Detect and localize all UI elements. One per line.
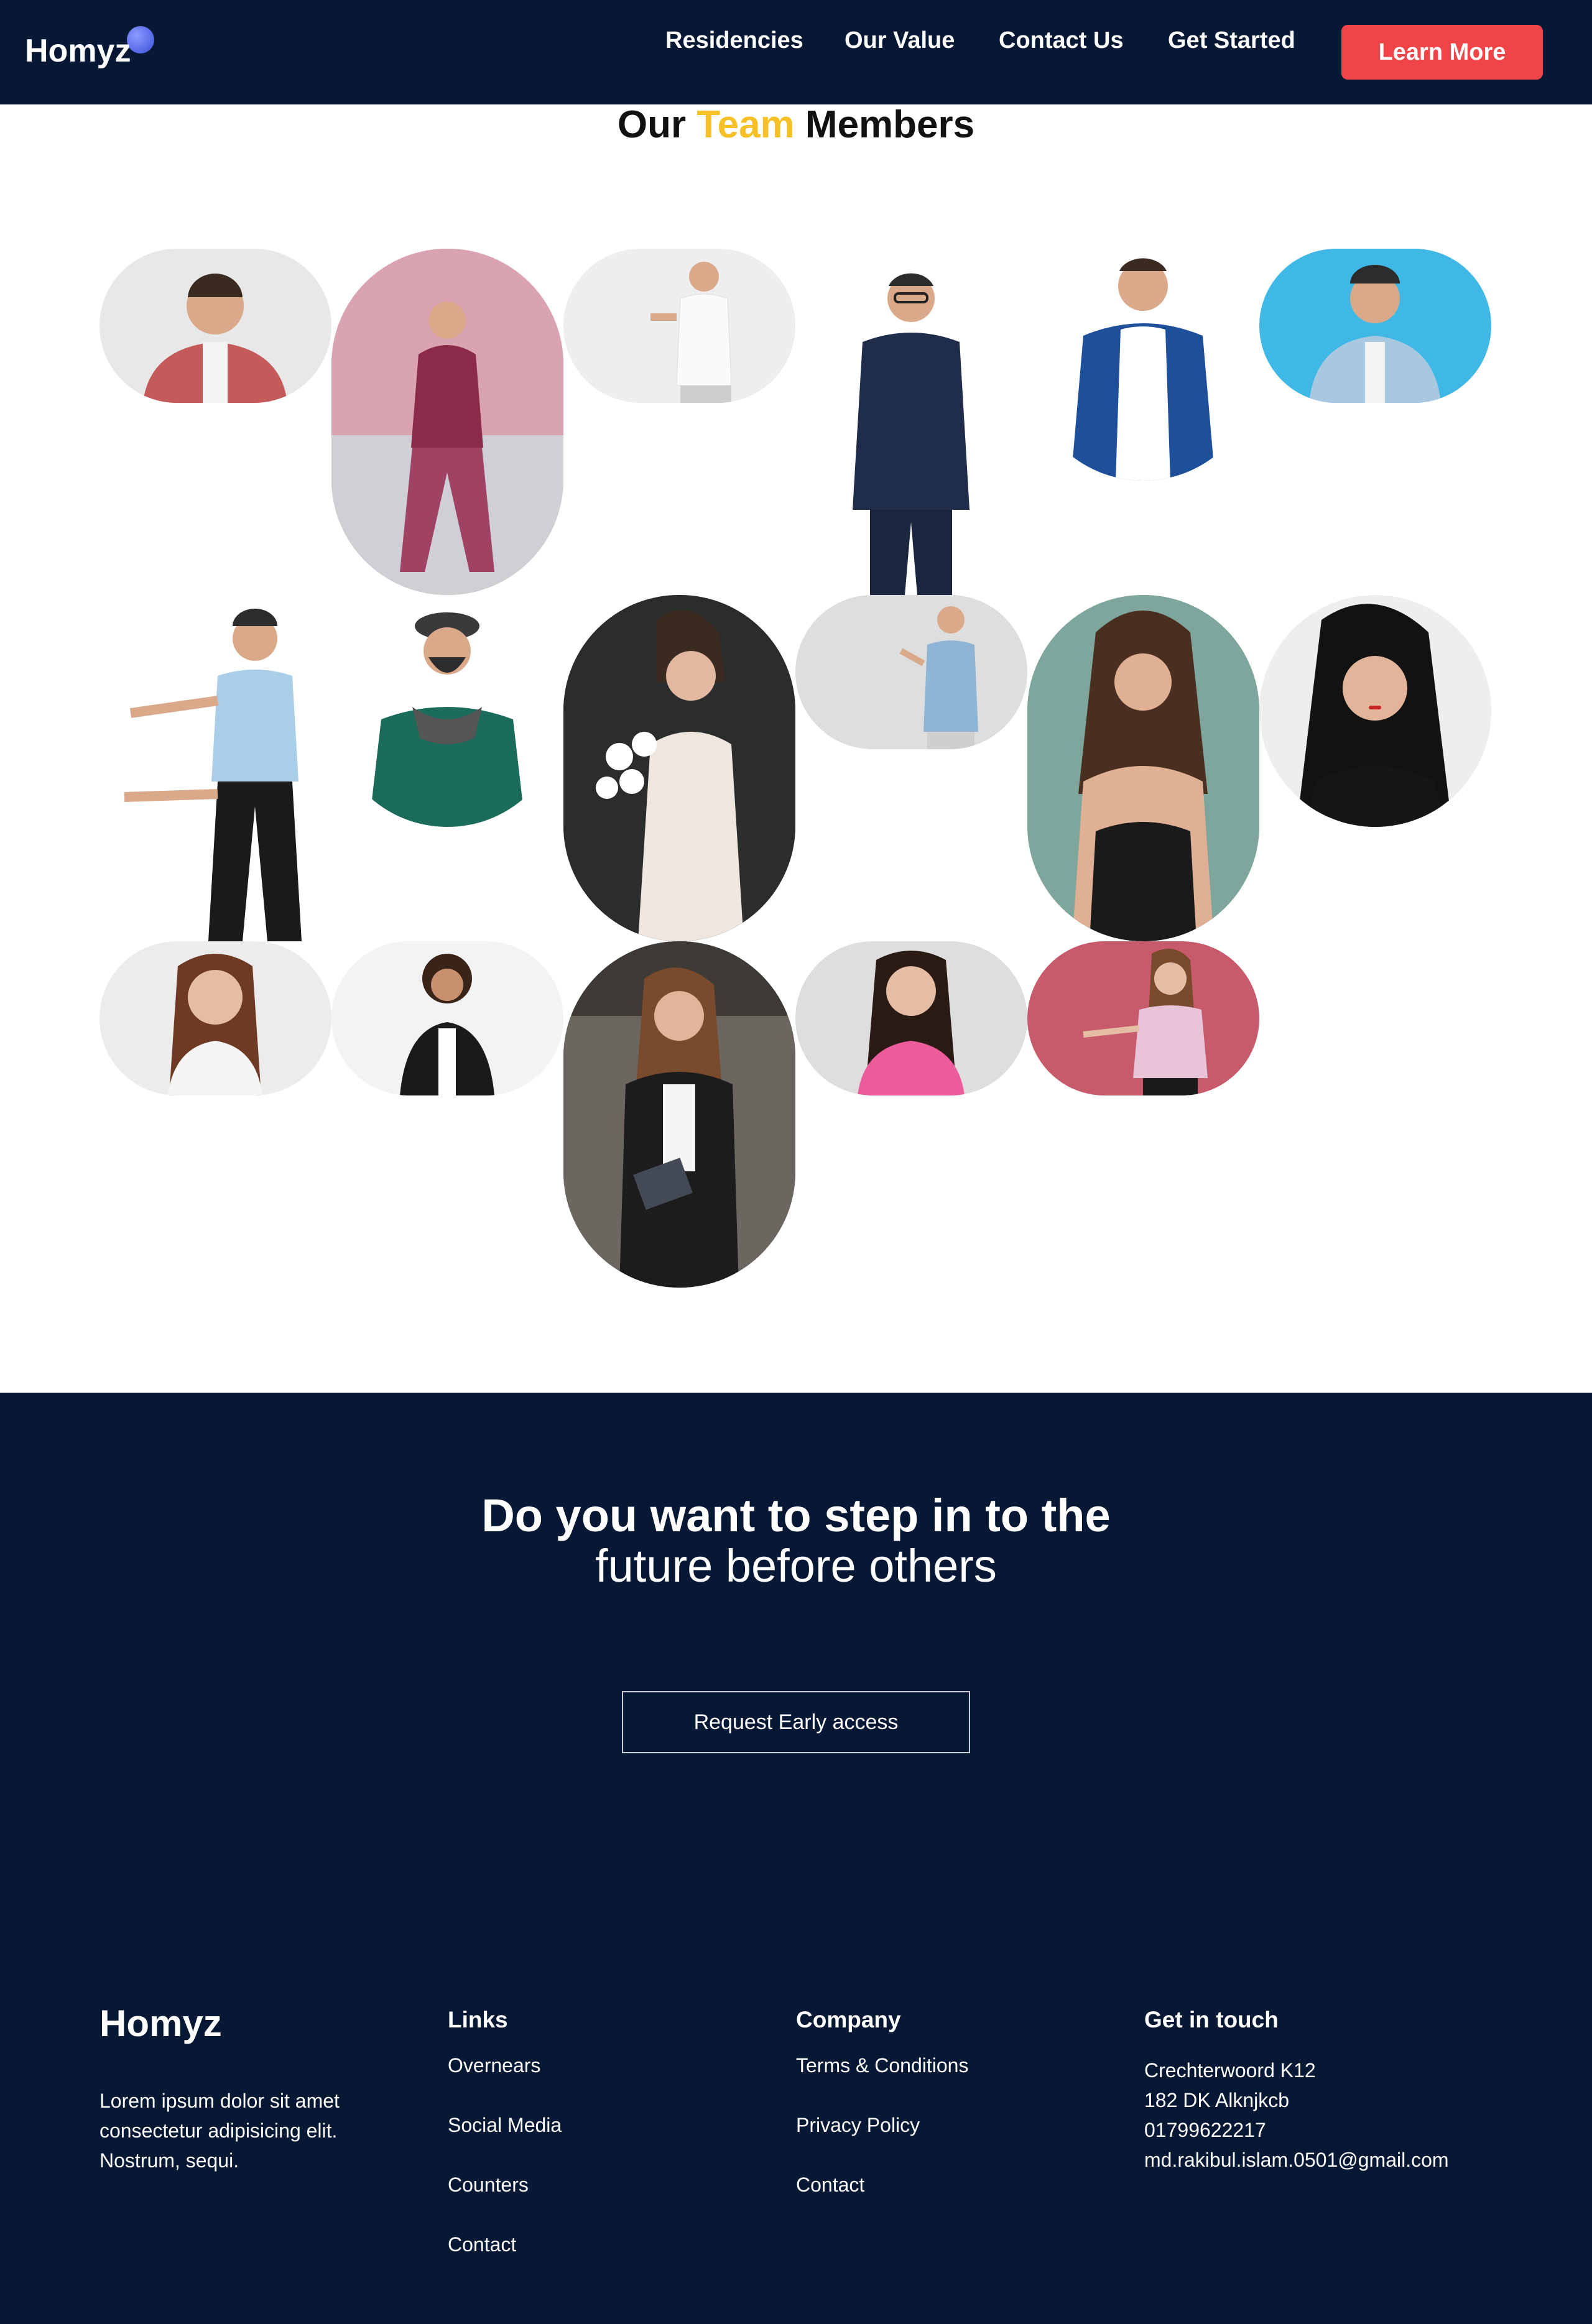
team-title-accent: Team [696, 103, 795, 146]
cta-heading-line2: future before others [595, 1540, 997, 1592]
team-photo-woman-white-top-smiling [100, 941, 331, 1095]
footer-contact-heading: Get in touch [1144, 2007, 1279, 2032]
footer-link-company-contact[interactable]: Contact [796, 2174, 864, 2197]
footer-link-counters[interactable]: Counters [448, 2174, 529, 2197]
team-photo-man-denim-shirt-pointing [795, 595, 1027, 749]
learn-more-button[interactable]: Learn More [1341, 25, 1543, 80]
team-photo-woman-blazer-tablet [563, 941, 795, 1288]
site-header: Homyz Residencies Our Value Contact Us G… [0, 0, 1592, 104]
footer-links-heading: Links [448, 2007, 508, 2032]
team-photo-woman-pink-sweater [795, 941, 1027, 1095]
team-photo-man-light-shirt-pointing [100, 595, 331, 941]
footer-brand: Homyz [100, 2003, 222, 2044]
team-section-title: Our Team Members [0, 103, 1592, 147]
footer-description: Lorem ipsum dolor sit amet consectetur a… [100, 2090, 340, 2172]
team-photo-plaid-shirt-man [100, 249, 331, 403]
nav-get-started[interactable]: Get Started [1168, 27, 1295, 54]
nav-residencies[interactable]: Residencies [665, 27, 803, 54]
footer-address-line2: 182 DK Alknjkcb [1144, 2089, 1290, 2111]
team-photo-man-green-sweater-hat [331, 595, 563, 827]
logo-dot-icon [127, 26, 154, 53]
nav-our-value[interactable]: Our Value [845, 27, 955, 54]
team-photo-man-denim-shirt-blue-bg [1259, 249, 1491, 403]
footer-link-contact[interactable]: Contact [448, 2233, 516, 2256]
footer-phone: 01799622217 [1144, 2119, 1266, 2141]
team-photo-man-blue-jacket [1027, 249, 1259, 481]
footer-link-social-media[interactable]: Social Media [448, 2114, 562, 2137]
nav-contact-us[interactable]: Contact Us [999, 27, 1124, 54]
team-title-before: Our [617, 103, 687, 146]
team-photo-man-white-shirt-pointing [563, 249, 795, 403]
footer-address-line1: Crechterwoord K12 [1144, 2059, 1316, 2082]
request-early-access-button[interactable]: Request Early access [622, 1691, 970, 1753]
logo[interactable]: Homyz [25, 32, 131, 70]
team-title-after: Members [805, 103, 975, 146]
footer-email[interactable]: md.rakibul.islam.0501@gmail.com [1144, 2149, 1449, 2172]
team-photo-woman-magenta-suit [331, 249, 563, 595]
cta-heading-line1: Do you want to step in to the [481, 1490, 1111, 1541]
footer-link-terms[interactable]: Terms & Conditions [796, 2054, 968, 2077]
team-photo-woman-floral-blouse [1027, 941, 1259, 1095]
team-photo-woman-curly-hair-blazer [331, 941, 563, 1095]
team-photo-man-navy-suit [795, 249, 1027, 595]
team-photo-woman-curly-hair-lace [1027, 595, 1259, 941]
footer-link-overnears[interactable]: Overnears [448, 2054, 540, 2077]
team-photo-woman-bride-flowers [563, 595, 795, 941]
footer-link-privacy[interactable]: Privacy Policy [796, 2114, 920, 2137]
footer-company-heading: Company [796, 2007, 901, 2032]
team-photo-woman-dark-hair-red-lips [1259, 595, 1491, 827]
